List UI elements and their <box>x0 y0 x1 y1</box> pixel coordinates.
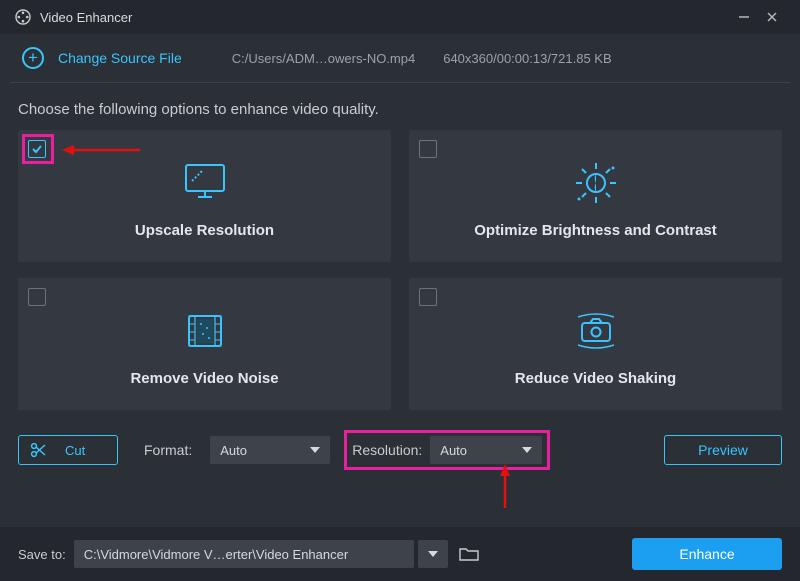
save-to-label: Save to: <box>18 547 66 562</box>
film-noise-icon <box>181 306 229 356</box>
checkbox-noise[interactable] <box>28 288 46 306</box>
controls-row: Cut Format: Auto Resolution: Auto Previe… <box>0 420 800 480</box>
close-button[interactable] <box>758 3 786 31</box>
footer-bar: Save to: C:\Vidmore\Vidmore V…erter\Vide… <box>0 527 800 581</box>
option-remove-noise[interactable]: Remove Video Noise <box>18 278 391 410</box>
annotation-arrow-checkbox <box>62 143 142 160</box>
checkbox-brightness[interactable] <box>419 140 437 158</box>
save-path-dropdown[interactable] <box>418 540 448 568</box>
options-grid: Upscale Resolution Optimize Brightness a… <box>0 130 800 410</box>
resolution-value: Auto <box>440 443 467 458</box>
chevron-down-icon <box>522 447 532 453</box>
option-label: Optimize Brightness and Contrast <box>474 222 717 239</box>
add-source-icon[interactable]: + <box>22 47 44 69</box>
camera-shake-icon <box>568 306 624 356</box>
app-icon <box>14 8 32 26</box>
option-upscale-resolution[interactable]: Upscale Resolution <box>18 130 391 262</box>
option-label: Upscale Resolution <box>135 222 274 239</box>
app-title: Video Enhancer <box>40 10 132 25</box>
change-source-link[interactable]: Change Source File <box>58 50 182 66</box>
enhance-button[interactable]: Enhance <box>632 538 782 570</box>
format-label: Format: <box>144 442 192 458</box>
source-path: C:/Users/ADM…owers-NO.mp4 <box>232 51 415 66</box>
chevron-down-icon <box>428 551 438 557</box>
minimize-button[interactable] <box>730 3 758 31</box>
option-reduce-shaking[interactable]: Reduce Video Shaking <box>409 278 782 410</box>
option-optimize-brightness[interactable]: Optimize Brightness and Contrast <box>409 130 782 262</box>
option-label: Remove Video Noise <box>130 370 278 387</box>
cut-button[interactable]: Cut <box>18 435 118 465</box>
sun-icon <box>568 158 624 208</box>
cut-label: Cut <box>65 443 85 458</box>
format-dropdown[interactable]: Auto <box>210 436 330 464</box>
title-bar: Video Enhancer <box>0 0 800 34</box>
checkbox-upscale[interactable] <box>28 140 46 158</box>
preview-label: Preview <box>698 442 748 458</box>
resolution-label: Resolution: <box>352 442 422 458</box>
chevron-down-icon <box>310 447 320 453</box>
instruction-text: Choose the following options to enhance … <box>0 83 800 130</box>
source-meta: 640x360/00:00:13/721.85 KB <box>443 51 611 66</box>
preview-button[interactable]: Preview <box>664 435 782 465</box>
save-path-field[interactable]: C:\Vidmore\Vidmore V…erter\Video Enhance… <box>74 540 414 568</box>
scissors-icon <box>29 441 47 459</box>
monitor-icon <box>178 158 232 208</box>
annotation-arrow-resolution <box>498 464 512 513</box>
enhance-label: Enhance <box>679 546 734 562</box>
source-row: + Change Source File C:/Users/ADM…owers-… <box>0 34 800 82</box>
option-label: Reduce Video Shaking <box>515 370 676 387</box>
resolution-dropdown[interactable]: Auto <box>430 436 542 464</box>
format-value: Auto <box>220 443 247 458</box>
save-path-value: C:\Vidmore\Vidmore V…erter\Video Enhance… <box>84 547 348 562</box>
open-folder-button[interactable] <box>458 543 480 565</box>
folder-icon <box>459 546 479 562</box>
checkbox-shaking[interactable] <box>419 288 437 306</box>
